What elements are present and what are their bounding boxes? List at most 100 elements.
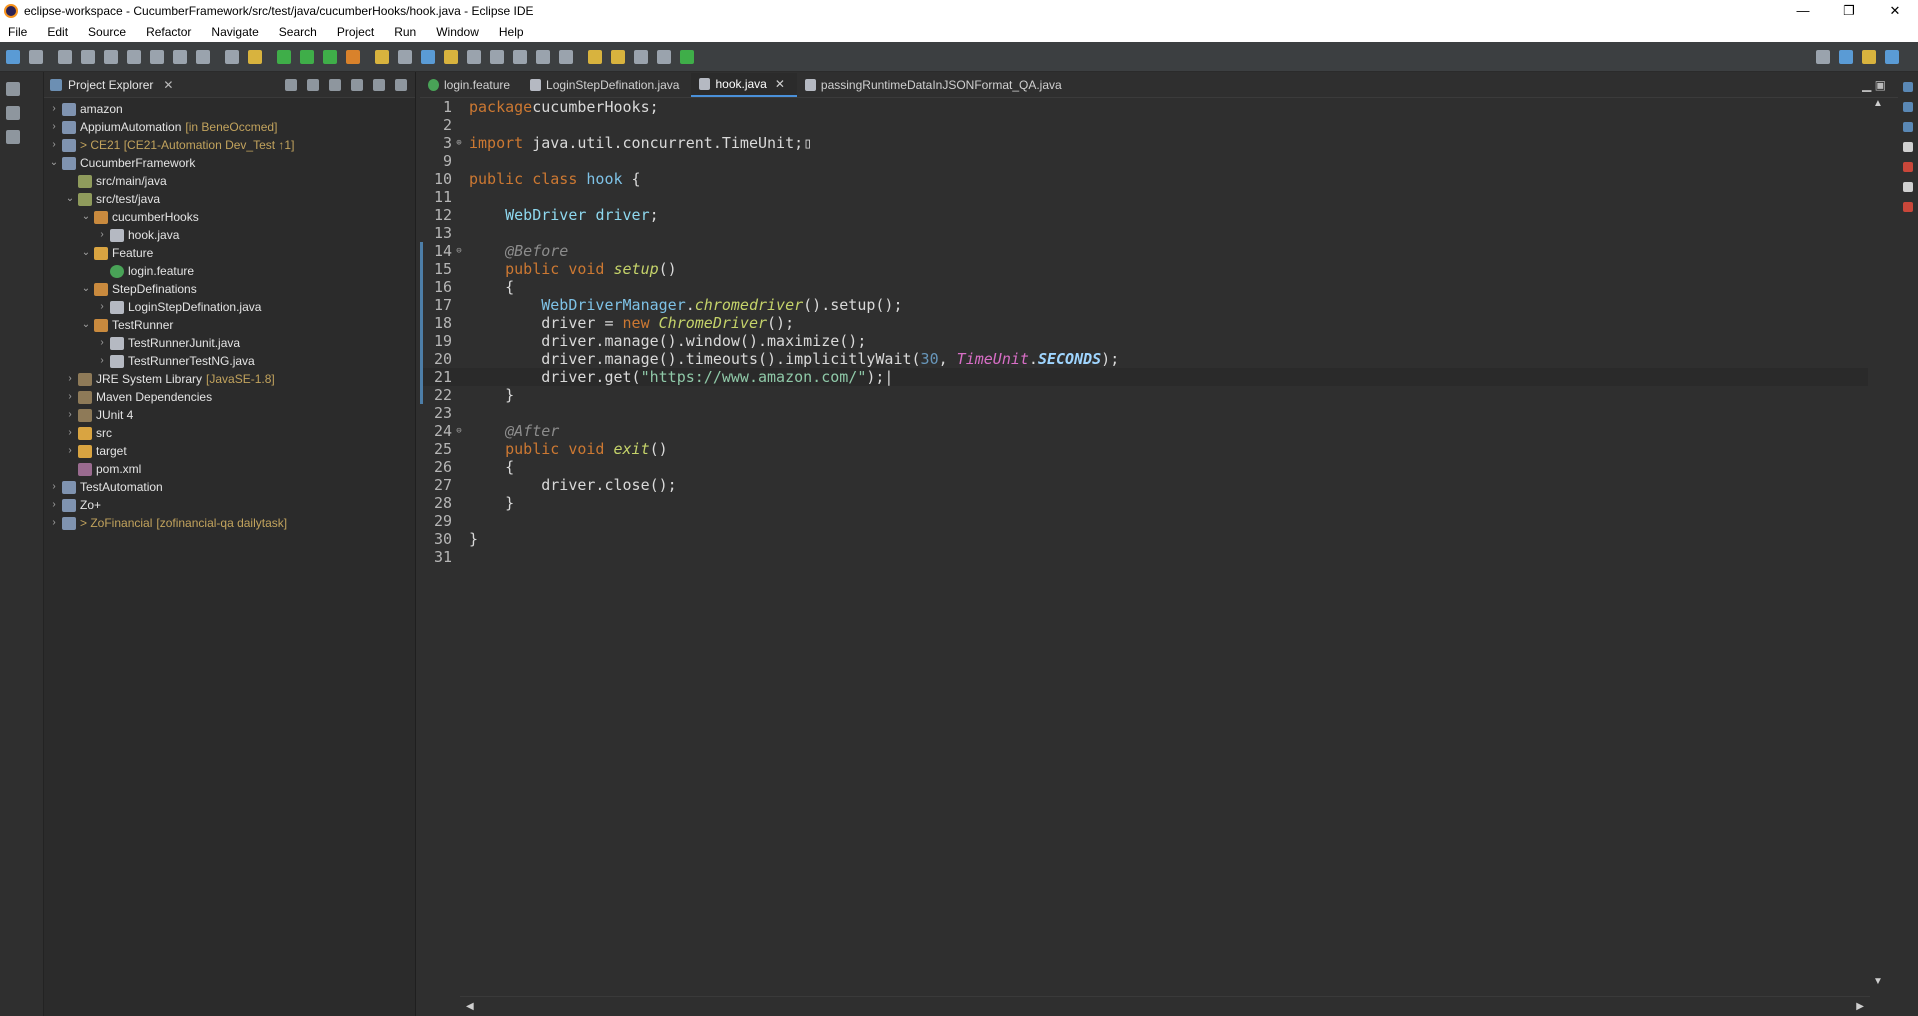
junit-icon[interactable] [1903,202,1913,212]
collapsed-chevron-icon[interactable]: › [48,118,60,136]
tree-item[interactable]: › TestRunnerTestNG.java [44,352,415,370]
tree-item[interactable]: ⌄ StepDefinations [44,280,415,298]
tree-item[interactable]: › Zo+ [44,496,415,514]
menu-search[interactable]: Search [279,25,317,39]
expanded-chevron-icon[interactable]: ⌄ [64,190,76,208]
tree-item[interactable]: › Maven Dependencies [44,388,415,406]
block-selection-icon[interactable] [513,49,527,64]
outline-icon[interactable] [1903,82,1913,92]
tree-item[interactable]: ⌄ TestRunner [44,316,415,334]
resume-icon[interactable] [58,49,72,64]
tree-item[interactable]: › src [44,424,415,442]
git-staging-icon[interactable] [1903,102,1913,112]
step-over-icon[interactable] [173,49,187,64]
editor-tab[interactable]: hook.java ✕ [691,73,797,97]
tree-item[interactable]: ⌄ cucumberHooks [44,208,415,226]
next-annotation-icon[interactable] [536,49,550,64]
show-whitespace-icon[interactable] [490,49,504,64]
tree-item[interactable]: › target [44,442,415,460]
menu-source[interactable]: Source [88,25,126,39]
collapsed-chevron-icon[interactable]: › [96,334,108,352]
perspective-java-icon[interactable] [1839,49,1853,64]
tree-item[interactable]: › AppiumAutomation [in BeneOccmed] [44,118,415,136]
open-perspective-icon[interactable] [680,49,694,64]
open-type-icon[interactable] [225,49,239,64]
collapsed-chevron-icon[interactable]: › [48,100,60,118]
editor-tab[interactable]: LoginStepDefination.java [522,73,691,97]
search-icon[interactable] [1816,49,1830,64]
outline-view-icon[interactable] [6,106,20,120]
pin-editor-icon[interactable] [657,49,671,64]
editor-min-max[interactable]: ▁ ▣ [1862,73,1898,97]
tree-item[interactable]: pom.xml [44,460,415,478]
menu-run[interactable]: Run [394,25,416,39]
close-tab-icon[interactable]: ✕ [775,77,785,91]
tree-item[interactable]: › > CE21 [CE21-Automation Dev_Test ↑1] [44,136,415,154]
javadoc-icon[interactable] [1903,182,1913,192]
collapsed-chevron-icon[interactable]: › [48,478,60,496]
collapsed-chevron-icon[interactable]: › [64,442,76,460]
maximize-view-icon[interactable] [395,78,407,91]
search-toolbar-icon[interactable] [421,49,435,64]
menu-edit[interactable]: Edit [47,25,68,39]
restore-button[interactable]: ❐ [1826,0,1872,22]
collapsed-chevron-icon[interactable]: › [96,352,108,370]
debug-icon[interactable] [277,49,291,64]
link-with-editor-icon[interactable] [307,78,319,91]
save-icon[interactable] [6,49,20,64]
mark-occurrences-icon[interactable] [444,49,458,64]
tree-item[interactable]: › TestRunnerJunit.java [44,334,415,352]
fold-toggle-icon[interactable]: ⊖ [454,422,464,440]
menu-help[interactable]: Help [499,25,524,39]
terminate-icon[interactable] [104,49,118,64]
project-explorer-title[interactable]: Project Explorer [68,78,153,92]
restore-view-icon[interactable] [6,82,20,96]
scroll-left-arrow[interactable]: ◀ [466,1001,474,1012]
tree-item[interactable]: › JUnit 4 [44,406,415,424]
tree-item[interactable]: login.feature [44,262,415,280]
horizontal-scrollbar[interactable]: ◀ ▶ [460,996,1870,1016]
brush-icon[interactable] [398,49,412,64]
open-task-icon[interactable] [248,49,262,64]
tree-item[interactable]: › JRE System Library [JavaSE-1.8] [44,370,415,388]
collapsed-chevron-icon[interactable]: › [64,406,76,424]
step-into-icon[interactable] [150,49,164,64]
editor-tab[interactable]: passingRuntimeDataInJSONFormat_QA.java [797,73,1074,97]
previous-annotation-icon[interactable] [559,49,573,64]
task-list-icon[interactable] [6,130,20,144]
perspective-debug-icon[interactable] [1885,49,1899,64]
code-editor[interactable]: 1 packagecucumberHooks; 2 3 ⊕ import java.uti… [420,98,1868,990]
editor-tab[interactable]: login.feature [420,73,522,97]
menu-file[interactable]: File [8,25,27,39]
expanded-chevron-icon[interactable]: ⌄ [80,280,92,298]
collapsed-chevron-icon[interactable]: › [64,370,76,388]
disconnect-icon[interactable] [127,49,141,64]
vertical-scrollbar[interactable]: ▲ ▼ [1870,98,1886,990]
scroll-right-arrow[interactable]: ▶ [1856,1001,1864,1012]
last-edit-icon[interactable] [588,49,602,64]
collapsed-chevron-icon[interactable]: › [96,226,108,244]
menu-refactor[interactable]: Refactor [146,25,191,39]
forward-arrow-icon[interactable] [634,49,648,64]
menu-navigate[interactable]: Navigate [211,25,258,39]
menu-project[interactable]: Project [337,25,374,39]
tree-item[interactable]: ⌄ src/test/java [44,190,415,208]
expanded-chevron-icon[interactable]: ⌄ [80,316,92,334]
tree-item[interactable]: ⌄ CucumberFramework [44,154,415,172]
close-view-button[interactable]: ✕ [163,78,173,92]
collapsed-chevron-icon[interactable]: › [96,298,108,316]
print-icon[interactable] [29,49,43,64]
suspend-icon[interactable] [81,49,95,64]
tree-item[interactable]: › > ZoFinancial [zofinancial-qa dailytask] [44,514,415,532]
tree-item[interactable]: src/main/java [44,172,415,190]
scroll-down-arrow[interactable]: ▼ [1870,976,1886,990]
external-tools-icon[interactable] [346,49,360,64]
back-arrow-icon[interactable] [611,49,625,64]
view-menu-icon[interactable] [351,78,363,91]
task-icon[interactable] [1903,122,1913,132]
tree-item[interactable]: › LoginStepDefination.java [44,298,415,316]
toggle-breadcrumb-icon[interactable] [467,49,481,64]
fold-toggle-icon[interactable]: ⊖ [454,242,464,260]
minimize-view-icon[interactable] [373,78,385,91]
collapsed-chevron-icon[interactable]: › [48,496,60,514]
